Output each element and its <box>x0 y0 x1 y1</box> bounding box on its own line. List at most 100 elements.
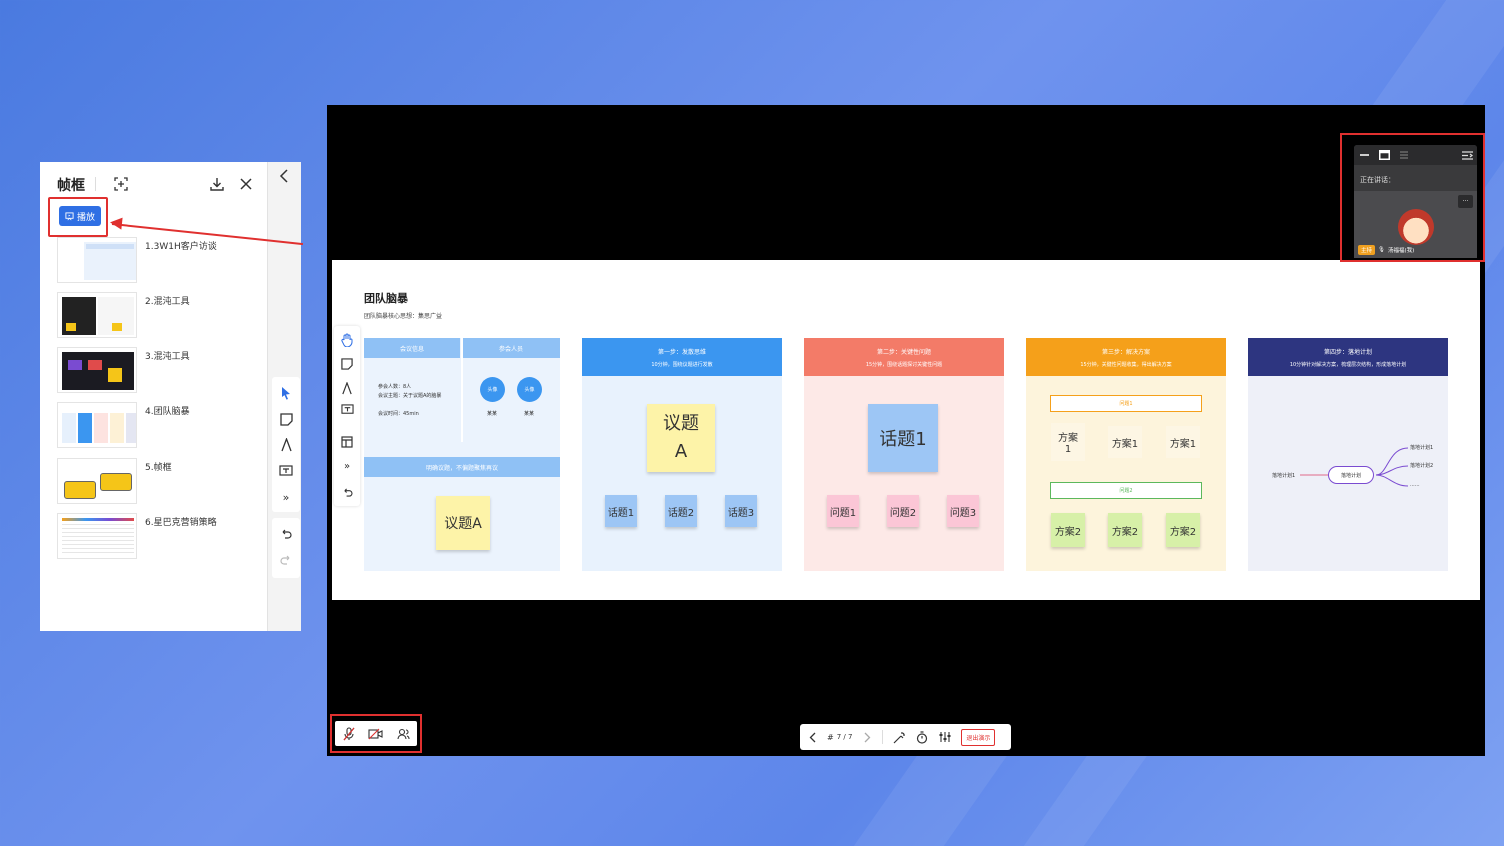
template-icon[interactable] <box>339 434 355 450</box>
sticky-note[interactable]: 方案2 <box>1108 513 1142 547</box>
frame-label: 3.混沌工具 <box>145 352 190 362</box>
prev-page-icon[interactable] <box>806 730 818 744</box>
laser-pointer-icon[interactable] <box>892 730 906 744</box>
side-toolbar: » <box>272 377 300 512</box>
sticky-note[interactable]: 问题1 <box>827 495 859 527</box>
sticky-note[interactable]: 话题1 <box>605 495 637 527</box>
page-indicator: 7 / 7 <box>836 733 853 741</box>
sticky-note[interactable]: 问题2 <box>887 495 919 527</box>
sticky-note[interactable]: 方案1 <box>1108 426 1142 458</box>
info-line: 会议主题：关于议题A的脑暴 <box>378 393 442 399</box>
frame-item[interactable]: 5.帧框 <box>57 458 257 508</box>
camera-off-icon[interactable] <box>368 726 384 742</box>
pen-icon[interactable] <box>339 380 355 396</box>
timer-icon[interactable] <box>915 730 929 744</box>
frame-label: 5.帧框 <box>145 463 172 473</box>
presentation-controls: # 7 / 7 退出演示 <box>800 724 1011 750</box>
attendees-header: 参会人员 <box>462 338 560 358</box>
hand-icon[interactable] <box>339 332 355 348</box>
panel-title: 帧框 <box>57 178 85 194</box>
sticky-note[interactable]: 方案 1 <box>1051 423 1085 461</box>
slide-title: 团队脑暴 <box>364 292 408 305</box>
sticky-text: 议题 <box>663 413 699 434</box>
minimize-icon[interactable] <box>1358 148 1370 162</box>
more-tools-icon[interactable]: » <box>339 458 355 474</box>
step-desc: 15分钟，围绕话题探讨关键性问题 <box>865 362 943 368</box>
play-icon <box>65 211 74 220</box>
frame-label: 1.3W1H客户访谈 <box>145 242 217 252</box>
step-title: 第三步：解决方案 <box>1101 349 1150 356</box>
frame-thumbnail <box>57 513 137 559</box>
settings-sliders-icon[interactable] <box>938 730 952 744</box>
redo-icon[interactable] <box>278 552 294 568</box>
frame-thumbnail <box>57 402 137 448</box>
collapse-icon[interactable] <box>276 168 292 184</box>
step2-header: 第二步：关键性问题 15分钟，围绕话题探讨关键性问题 <box>804 338 1004 376</box>
pen-icon[interactable] <box>278 437 294 453</box>
frame-item[interactable]: 2.混沌工具 <box>57 292 257 342</box>
speaker-name: 汤福福(我) <box>1388 248 1415 254</box>
frame-item[interactable]: 3.混沌工具 <box>57 347 257 397</box>
frame-item[interactable]: 1.3W1H客户访谈 <box>57 237 257 287</box>
frame-item[interactable]: 6.星巴克营销策略 <box>57 513 257 563</box>
sticky-note[interactable]: 议题A <box>436 496 490 550</box>
frame-thumbnail <box>57 458 137 504</box>
add-frame-icon[interactable] <box>112 175 130 193</box>
attendee-name: 某某 <box>487 411 498 417</box>
speaker-name-tag: 主持 🎙 汤福福(我) <box>1358 245 1414 255</box>
mind-map-node: ...... <box>1410 482 1420 488</box>
frame-label: 6.星巴克营销策略 <box>145 518 217 528</box>
step-title: 第二步：关键性问题 <box>876 349 931 356</box>
problem-box: 问题2 <box>1050 482 1202 499</box>
list-icon[interactable] <box>1398 148 1410 162</box>
download-icon[interactable] <box>208 175 226 193</box>
sticky-note[interactable]: 话题3 <box>725 495 757 527</box>
select-icon[interactable] <box>278 385 294 401</box>
text-icon[interactable] <box>278 463 294 479</box>
undo-icon[interactable] <box>339 484 355 500</box>
mic-off-icon[interactable] <box>341 726 357 742</box>
media-controls <box>335 721 417 746</box>
sticky-note[interactable]: 议题 A <box>647 404 715 472</box>
step1-column: 第一步：发散思维 10分钟，围绕议题进行发散 议题 A 话题1 话题2 话题3 <box>582 338 782 571</box>
mind-map-node: 落地计划1 <box>1272 473 1296 479</box>
frame-thumbnail <box>57 347 137 393</box>
speaker-highlight: 正在讲话： ··· 主持 🎙 汤福福(我) <box>1340 133 1485 262</box>
info-line: 参会人数：8人 <box>378 384 412 390</box>
attendee-name: 某某 <box>524 411 535 417</box>
undo-group <box>272 518 300 578</box>
undo-icon[interactable] <box>278 526 294 542</box>
sticky-note-icon[interactable] <box>339 356 355 372</box>
sticky-note[interactable]: 方案2 <box>1051 513 1085 547</box>
play-label: 播放 <box>76 212 95 223</box>
sticky-note-icon[interactable] <box>278 411 294 427</box>
participants-icon[interactable] <box>395 726 411 742</box>
step4-column: 第四步：落地计划 10分钟针对解决方案，梳理层次结构，形成落地计划 落地计划1 … <box>1248 338 1448 571</box>
more-tools-icon[interactable]: » <box>278 489 294 505</box>
step1-header: 第一步：发散思维 10分钟，围绕议题进行发散 <box>582 338 782 376</box>
sticky-note[interactable]: 方案2 <box>1166 513 1200 547</box>
sticky-note[interactable]: 话题1 <box>868 404 938 472</box>
frame-item[interactable]: 4.团队脑暴 <box>57 402 257 452</box>
annotation-arrow-head <box>109 216 123 230</box>
more-options-button[interactable]: ··· <box>1458 195 1473 208</box>
next-page-icon[interactable] <box>861 730 873 744</box>
sticky-note[interactable]: 话题2 <box>665 495 697 527</box>
window-icon[interactable] <box>1378 148 1390 162</box>
sticky-note[interactable]: 方案1 <box>1166 426 1200 458</box>
frame-grid-icon: # <box>827 732 834 742</box>
text-icon[interactable] <box>339 402 355 418</box>
problem-box: 问题1 <box>1050 395 1202 412</box>
media-controls-highlight <box>330 714 422 753</box>
sticky-note[interactable]: 问题3 <box>947 495 979 527</box>
frame-label: 2.混沌工具 <box>145 297 190 307</box>
mind-map-node: 落地计划1 <box>1410 445 1434 451</box>
expand-icon[interactable] <box>1460 148 1474 162</box>
play-button[interactable]: 播放 <box>59 206 101 226</box>
speaker-titlebar <box>1354 145 1477 165</box>
control-divider <box>882 730 884 744</box>
canvas-toolbar: » <box>334 326 360 506</box>
close-icon[interactable] <box>237 175 255 193</box>
exit-presentation-button[interactable]: 退出演示 <box>961 728 996 746</box>
frame-label: 4.团队脑暴 <box>145 407 190 417</box>
